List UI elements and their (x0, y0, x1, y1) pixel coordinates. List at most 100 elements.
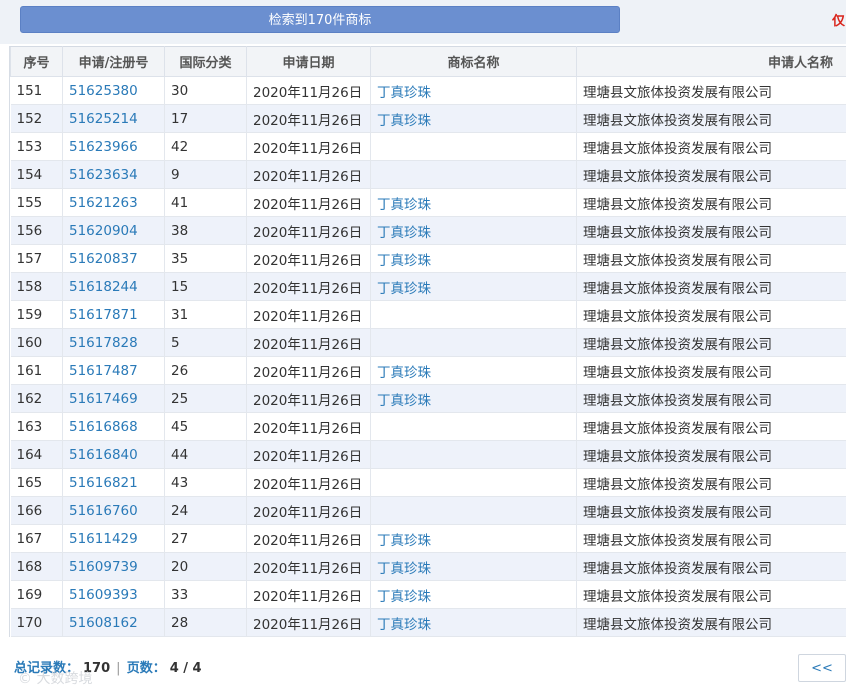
cell-applicant: 理塘县文旅体投资发展有限公司 (576, 188, 846, 217)
cell-applicant: 理塘县文旅体投资发展有限公司 (576, 580, 846, 609)
cell-mark-name (370, 132, 577, 161)
table-row[interactable]: 166 51616760 24 2020年11月26日 理塘县文旅体投资发展有限公司 (10, 496, 846, 525)
table-body: 151 51625380 30 2020年11月26日 丁真珍珠 理塘县文旅体投资发展有限… (10, 76, 846, 637)
cell-reg-number[interactable]: 51617871 (62, 300, 165, 329)
cell-reg-number[interactable]: 51623966 (62, 132, 165, 161)
cell-reg-number[interactable]: 51623634 (62, 160, 165, 189)
table-row[interactable]: 163 51616868 45 2020年11月26日 理塘县文旅体投资发展有限公司 (10, 412, 846, 441)
cell-applicant: 理塘县文旅体投资发展有限公司 (576, 160, 846, 189)
cell-date: 2020年11月26日 (246, 440, 371, 469)
cell-mark-name[interactable]: 丁真珍珠 (370, 552, 577, 581)
search-result-banner: 检索到170件商标 (20, 6, 620, 33)
cell-reg-number[interactable]: 51616760 (62, 496, 165, 525)
cell-serial: 161 (10, 356, 63, 385)
table-row[interactable]: 155 51621263 41 2020年11月26日 丁真珍珠 理塘县文旅体投资发展有限… (10, 188, 846, 217)
table-row[interactable]: 151 51625380 30 2020年11月26日 丁真珍珠 理塘县文旅体投资发展有限… (10, 76, 846, 105)
cell-date: 2020年11月26日 (246, 608, 371, 637)
cell-class: 20 (164, 552, 247, 581)
watermark-logo: © 大数跨境 (18, 671, 93, 687)
table-row[interactable]: 153 51623966 42 2020年11月26日 理塘县文旅体投资发展有限公司 (10, 132, 846, 161)
cell-reg-number[interactable]: 51625214 (62, 104, 165, 133)
cell-date: 2020年11月26日 (246, 524, 371, 553)
cell-date: 2020年11月26日 (246, 496, 371, 525)
cell-serial: 170 (10, 608, 63, 637)
cell-mark-name[interactable]: 丁真珍珠 (370, 76, 577, 105)
cell-applicant: 理塘县文旅体投资发展有限公司 (576, 216, 846, 245)
previous-page-button[interactable]: << (798, 654, 846, 682)
cell-mark-name[interactable]: 丁真珍珠 (370, 188, 577, 217)
cell-reg-number[interactable]: 51617487 (62, 356, 165, 385)
cell-mark-name[interactable]: 丁真珍珠 (370, 580, 577, 609)
table-row[interactable]: 162 51617469 25 2020年11月26日 丁真珍珠 理塘县文旅体投资发展有限… (10, 384, 846, 413)
cell-applicant: 理塘县文旅体投资发展有限公司 (576, 468, 846, 497)
header-mark-name[interactable]: 商标名称 (370, 46, 577, 77)
cell-reg-number[interactable]: 51620904 (62, 216, 165, 245)
pages-value: 4 / 4 (169, 661, 202, 676)
table-row[interactable]: 164 51616840 44 2020年11月26日 理塘县文旅体投资发展有限公司 (10, 440, 846, 469)
table-row[interactable]: 152 51625214 17 2020年11月26日 丁真珍珠 理塘县文旅体投资发展有限… (10, 104, 846, 133)
cell-reg-number[interactable]: 51616868 (62, 412, 165, 441)
cell-class: 45 (164, 412, 247, 441)
cell-applicant: 理塘县文旅体投资发展有限公司 (576, 524, 846, 553)
cell-reg-number[interactable]: 51618244 (62, 272, 165, 301)
table-row[interactable]: 160 51617828 5 2020年11月26日 理塘县文旅体投资发展有限公司 (10, 328, 846, 357)
cell-mark-name[interactable]: 丁真珍珠 (370, 356, 577, 385)
table-row[interactable]: 156 51620904 38 2020年11月26日 丁真珍珠 理塘县文旅体投资发展有限… (10, 216, 846, 245)
cell-mark-name[interactable]: 丁真珍珠 (370, 608, 577, 637)
table-row[interactable]: 157 51620837 35 2020年11月26日 丁真珍珠 理塘县文旅体投资发展有限… (10, 244, 846, 273)
table-row[interactable]: 165 51616821 43 2020年11月26日 理塘县文旅体投资发展有限公司 (10, 468, 846, 497)
cell-date: 2020年11月26日 (246, 412, 371, 441)
cell-serial: 162 (10, 384, 63, 413)
cell-reg-number[interactable]: 51625380 (62, 76, 165, 105)
cell-class: 30 (164, 76, 247, 105)
cell-reg-number[interactable]: 51621263 (62, 188, 165, 217)
cell-serial: 164 (10, 440, 63, 469)
cell-reg-number[interactable]: 51608162 (62, 608, 165, 637)
cell-mark-name[interactable]: 丁真珍珠 (370, 524, 577, 553)
cell-serial: 152 (10, 104, 63, 133)
cell-mark-name (370, 300, 577, 329)
cell-mark-name[interactable]: 丁真珍珠 (370, 384, 577, 413)
table-row[interactable]: 168 51609739 20 2020年11月26日 丁真珍珠 理塘县文旅体投资发展有限… (10, 552, 846, 581)
cell-serial: 169 (10, 580, 63, 609)
cell-reg-number[interactable]: 51617469 (62, 384, 165, 413)
header-reg-number[interactable]: 申请/注册号 (62, 46, 165, 77)
cell-date: 2020年11月26日 (246, 272, 371, 301)
table-row[interactable]: 158 51618244 15 2020年11月26日 丁真珍珠 理塘县文旅体投资发展有限… (10, 272, 846, 301)
cell-reg-number[interactable]: 51609739 (62, 552, 165, 581)
cell-serial: 163 (10, 412, 63, 441)
cell-mark-name (370, 468, 577, 497)
cell-serial: 157 (10, 244, 63, 273)
table-row[interactable]: 154 51623634 9 2020年11月26日 理塘县文旅体投资发展有限公司 (10, 160, 846, 189)
header-class[interactable]: 国际分类 (164, 46, 247, 77)
cell-class: 43 (164, 468, 247, 497)
cell-reg-number[interactable]: 51617828 (62, 328, 165, 357)
header-applicant[interactable]: 申请人名称 (576, 46, 846, 77)
cell-class: 26 (164, 356, 247, 385)
cell-mark-name[interactable]: 丁真珍珠 (370, 216, 577, 245)
cell-reg-number[interactable]: 51620837 (62, 244, 165, 273)
cell-reg-number[interactable]: 51616840 (62, 440, 165, 469)
cell-reg-number[interactable]: 51616821 (62, 468, 165, 497)
table-row[interactable]: 170 51608162 28 2020年11月26日 丁真珍珠 理塘县文旅体投资发展有限… (10, 608, 846, 637)
header-serial[interactable]: 序号 (10, 46, 63, 77)
cell-serial: 151 (10, 76, 63, 105)
cell-reg-number[interactable]: 51609393 (62, 580, 165, 609)
cell-mark-name[interactable]: 丁真珍珠 (370, 104, 577, 133)
table-row[interactable]: 169 51609393 33 2020年11月26日 丁真珍珠 理塘县文旅体投资发展有限… (10, 580, 846, 609)
table-row[interactable]: 159 51617871 31 2020年11月26日 理塘县文旅体投资发展有限公司 (10, 300, 846, 329)
cell-mark-name[interactable]: 丁真珍珠 (370, 244, 577, 273)
table-row[interactable]: 161 51617487 26 2020年11月26日 丁真珍珠 理塘县文旅体投资发展有限… (10, 356, 846, 385)
cell-class: 25 (164, 384, 247, 413)
cell-mark-name[interactable]: 丁真珍珠 (370, 272, 577, 301)
cell-applicant: 理塘县文旅体投资发展有限公司 (576, 384, 846, 413)
header-date[interactable]: 申请日期 (246, 46, 371, 77)
cell-reg-number[interactable]: 51611429 (62, 524, 165, 553)
results-table-container: 序号 申请/注册号 国际分类 申请日期 商标名称 申请人名称 151 516253… (9, 46, 846, 637)
cell-class: 5 (164, 328, 247, 357)
cell-mark-name (370, 496, 577, 525)
table-row[interactable]: 167 51611429 27 2020年11月26日 丁真珍珠 理塘县文旅体投资发展有限… (10, 524, 846, 553)
cell-serial: 160 (10, 328, 63, 357)
cell-date: 2020年11月26日 (246, 76, 371, 105)
cell-class: 33 (164, 580, 247, 609)
